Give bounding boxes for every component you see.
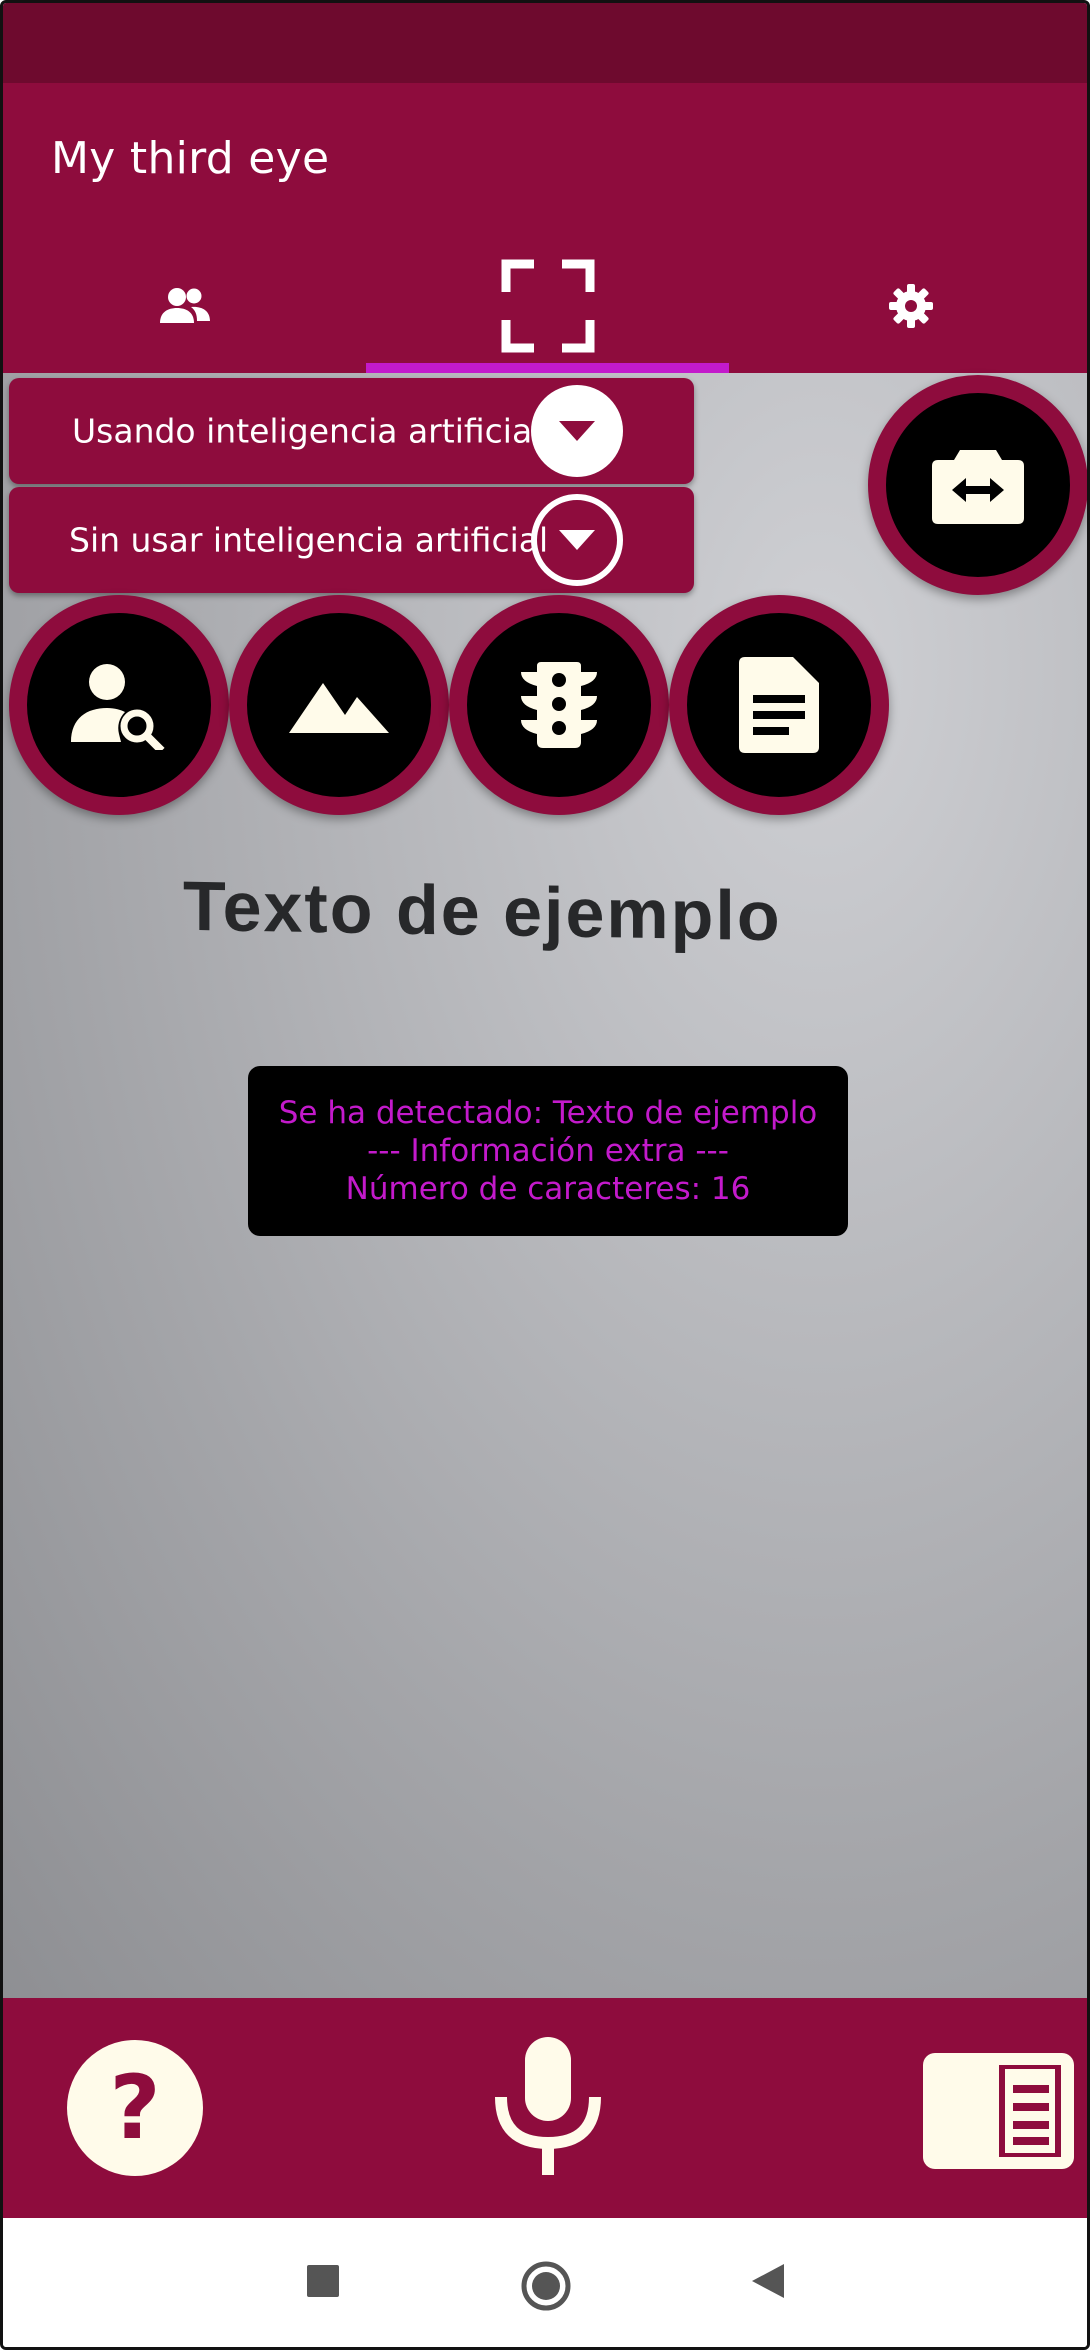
back-triangle-icon <box>752 2264 784 2298</box>
help-button[interactable]: ? <box>65 2038 205 2178</box>
no-ai-mode-button[interactable]: Sin usar inteligencia artificial <box>9 487 694 593</box>
app-title: My third eye <box>51 133 330 184</box>
side-panel-button[interactable] <box>921 2051 1076 2171</box>
tab-indicator <box>366 363 729 373</box>
person-search-button[interactable] <box>9 595 229 815</box>
phone-screen: My third eye Texto de ejemplo Usando int… <box>0 0 1090 2350</box>
home-button[interactable] <box>518 2258 574 2314</box>
person-search-icon <box>71 664 165 750</box>
ai-mode-label: Usando inteligencia artificial <box>72 411 542 451</box>
landscape-button[interactable] <box>229 595 449 815</box>
side-panel-icon <box>923 2053 1074 2169</box>
square-icon <box>307 2265 339 2297</box>
scan-frame-icon <box>501 259 594 352</box>
back-button[interactable] <box>748 2261 788 2301</box>
landscape-icon <box>289 683 389 733</box>
result-line-detected: Se ha detectado: Texto de ejemplo <box>278 1095 818 1131</box>
svg-text:?: ? <box>109 2056 160 2159</box>
result-line-extra-info: --- Información extra --- <box>367 1133 729 1169</box>
document-icon <box>739 657 819 753</box>
switch-camera-button[interactable] <box>868 375 1087 595</box>
chevron-down-outline-icon <box>531 494 623 586</box>
microphone-icon <box>495 2037 601 2175</box>
microphone-button[interactable] <box>493 2033 603 2178</box>
document-button[interactable] <box>669 595 889 815</box>
tab-scan[interactable] <box>366 238 729 373</box>
chevron-down-icon <box>531 385 623 477</box>
traffic-light-icon <box>521 662 597 748</box>
camera-sample-text: Texto de ejemplo <box>183 866 782 956</box>
no-ai-mode-label: Sin usar inteligencia artificial <box>69 520 549 560</box>
recents-button[interactable] <box>303 2261 343 2301</box>
ai-mode-button[interactable]: Usando inteligencia artificial <box>9 378 694 484</box>
tab-people[interactable] <box>3 238 366 373</box>
result-line-char-count: Número de caracteres: 16 <box>345 1171 751 1207</box>
home-circle-icon <box>521 2261 571 2311</box>
detection-result-box: Se ha detectado: Texto de ejemplo --- In… <box>248 1066 848 1236</box>
gear-icon <box>888 283 933 328</box>
status-bar <box>3 3 1087 83</box>
people-icon <box>159 287 210 323</box>
switch-camera-icon <box>932 450 1024 524</box>
traffic-light-button[interactable] <box>449 595 669 815</box>
tab-settings[interactable] <box>729 238 1087 373</box>
help-icon: ? <box>67 2040 203 2176</box>
